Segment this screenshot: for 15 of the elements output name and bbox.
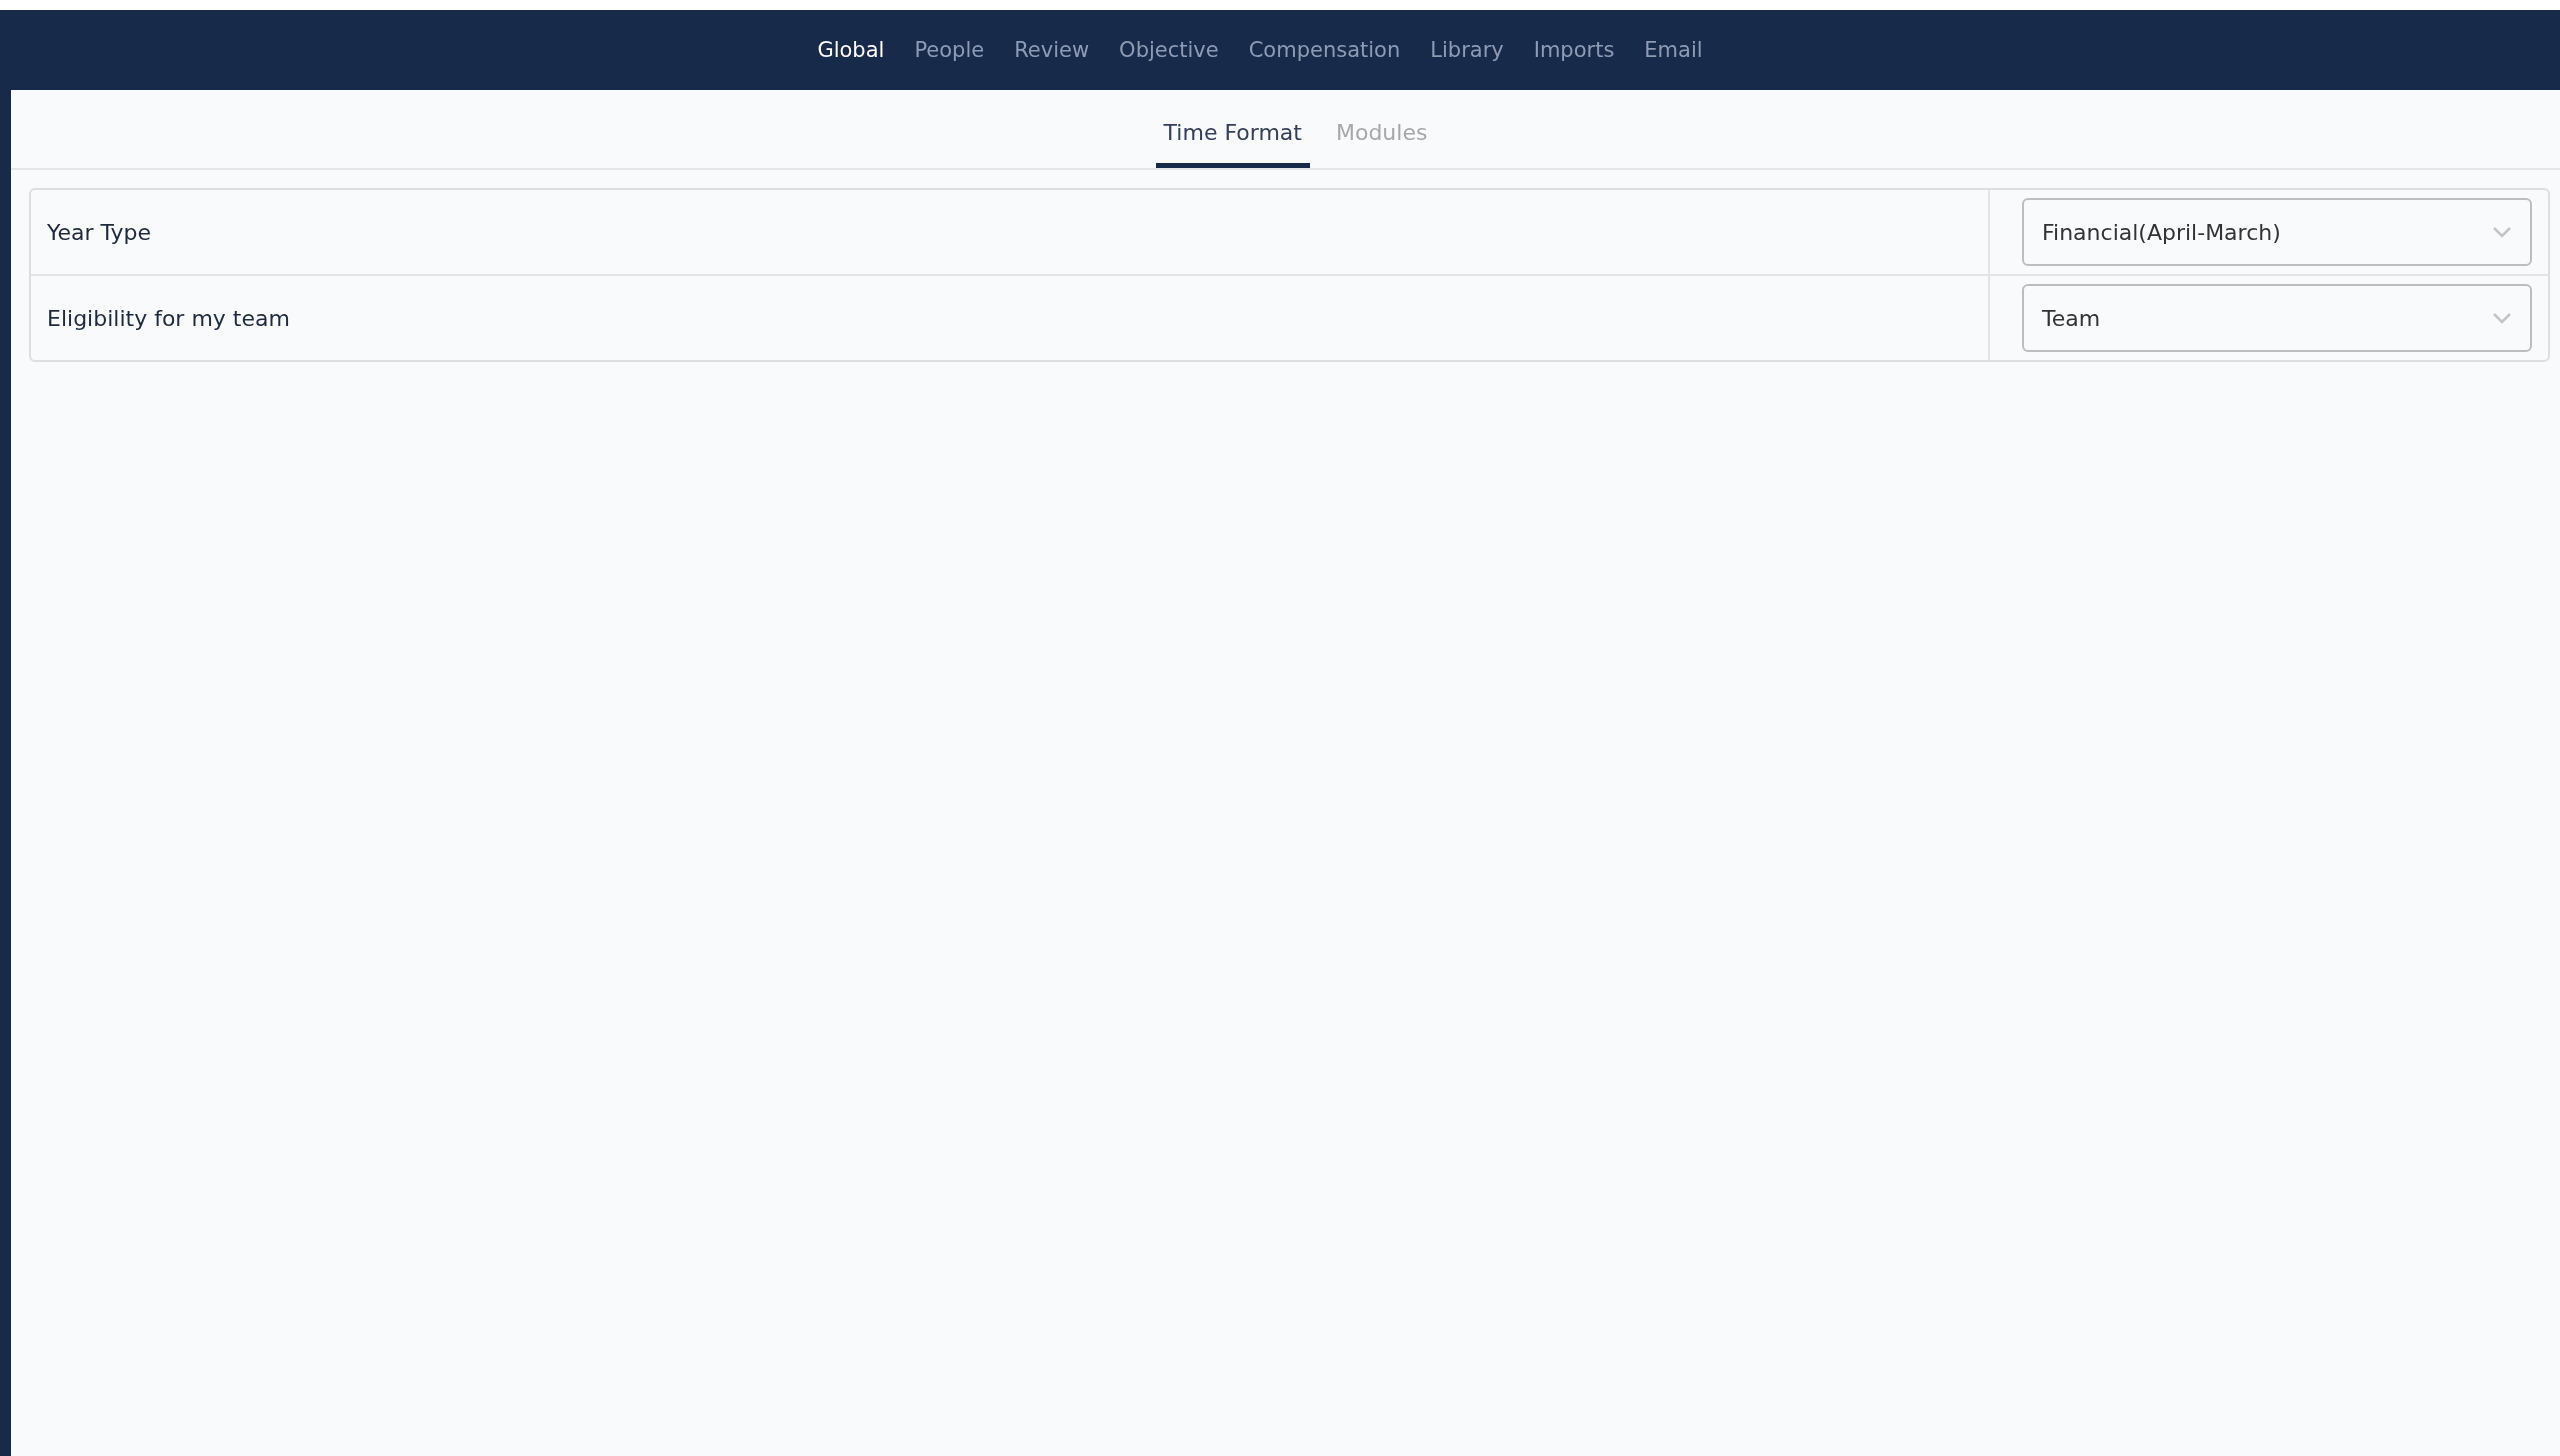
- chevron-down-icon: [2492, 226, 2512, 238]
- sub-tab[interactable]: Time Format: [1155, 120, 1310, 168]
- nav-tab[interactable]: People: [910, 38, 989, 62]
- chevron-down-icon: [2492, 312, 2512, 324]
- nav-tab[interactable]: Global: [813, 38, 889, 62]
- nav-tab[interactable]: Compensation: [1244, 38, 1405, 62]
- setting-label: Eligibility for my team: [47, 305, 290, 331]
- nav-tab[interactable]: Review: [1010, 38, 1094, 62]
- dropdown-field[interactable]: Financial(April-March): [2022, 198, 2532, 266]
- dropdown-field[interactable]: Team: [2022, 284, 2532, 352]
- setting-label: Year Type: [47, 219, 152, 245]
- nav-tab[interactable]: Library: [1426, 38, 1508, 62]
- nav-tab[interactable]: Email: [1640, 38, 1707, 62]
- nav-tab[interactable]: Objective: [1115, 38, 1223, 62]
- nav-tab[interactable]: Imports: [1529, 38, 1619, 62]
